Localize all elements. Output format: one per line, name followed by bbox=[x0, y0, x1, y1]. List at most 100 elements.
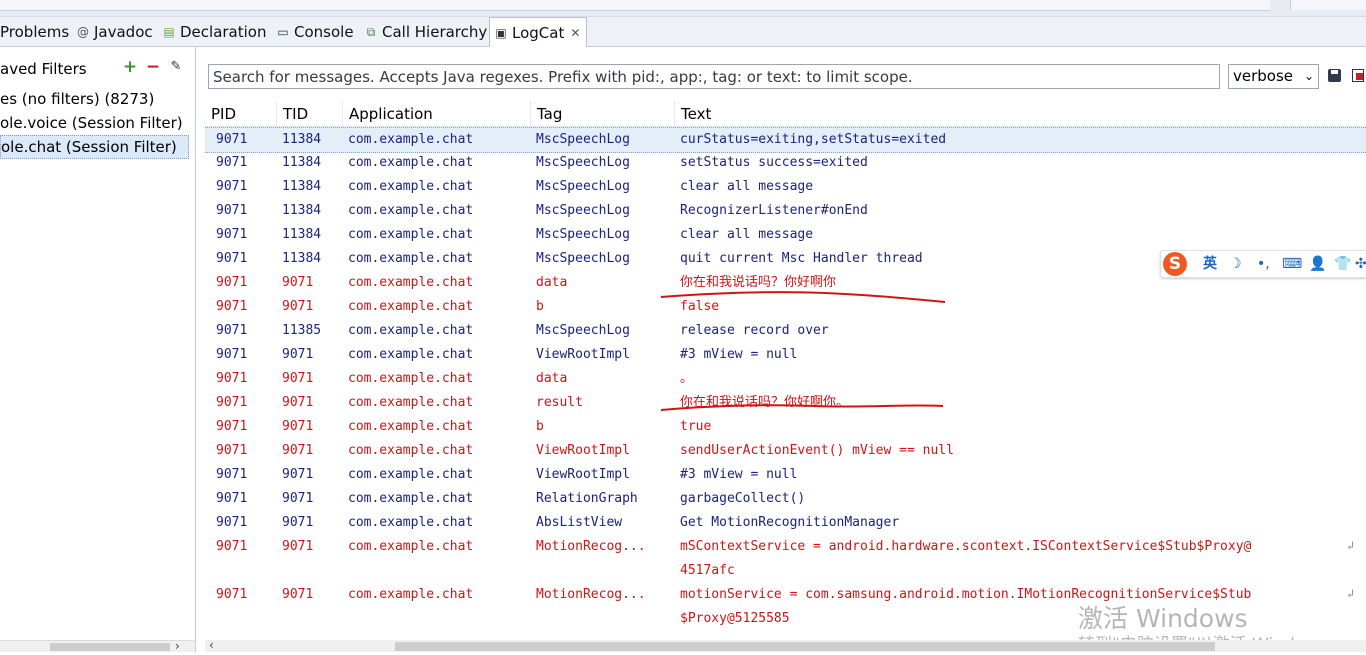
log-row[interactable]: 9071 9071 com.example.chat result 你在和我说话吗？你好… bbox=[205, 391, 1366, 415]
tab-call-hierarchy[interactable]: ⧉ Call Hierarchy bbox=[364, 17, 488, 46]
saved-filters-header: aved Filters bbox=[0, 60, 87, 78]
log-row[interactable]: 9071 11384 com.example.chat MscSpeechLog cle… bbox=[205, 223, 1366, 247]
log-tid: 9071 bbox=[282, 299, 314, 314]
tab-problems[interactable]: Problems bbox=[0, 17, 69, 46]
log-tid: 9071 bbox=[282, 443, 314, 458]
log-text: true bbox=[680, 419, 712, 434]
filter-horizontal-scrollbar[interactable]: › bbox=[0, 639, 195, 652]
log-row[interactable]: 9071 9071 com.example.chat AbsListView Get M… bbox=[205, 511, 1366, 535]
log-row[interactable]: 9071 11384 com.example.chat MscSpeechLog Rec… bbox=[205, 199, 1366, 223]
log-text: false bbox=[680, 299, 720, 314]
log-application: com.example.chat bbox=[348, 155, 474, 170]
log-row[interactable]: 9071 9071 com.example.chat b true bbox=[205, 415, 1366, 439]
log-tag: MscSpeechLog bbox=[536, 155, 630, 170]
log-level-select[interactable]: verbose ⌄ bbox=[1228, 64, 1319, 89]
log-pid: 9071 bbox=[216, 539, 248, 554]
log-tag: MscSpeechLog bbox=[536, 323, 630, 338]
log-row[interactable]: 9071 9071 com.example.chat MotionRecog... mS… bbox=[205, 535, 1366, 583]
call-hierarchy-icon: ⧉ bbox=[366, 24, 376, 39]
log-row[interactable]: 9071 11384 com.example.chat MscSpeechLog cur… bbox=[205, 127, 1366, 153]
close-icon[interactable]: ✕ bbox=[570, 26, 580, 40]
log-row[interactable]: 9071 9071 com.example.chat RelationGraph gar… bbox=[205, 487, 1366, 511]
search-input[interactable] bbox=[209, 65, 1217, 88]
log-application: com.example.chat bbox=[348, 179, 474, 194]
log-row[interactable]: 9071 9071 com.example.chat ViewRootImpl send… bbox=[205, 439, 1366, 463]
log-tid: 9071 bbox=[282, 539, 314, 554]
log-pid: 9071 bbox=[216, 467, 248, 482]
save-icon[interactable] bbox=[1328, 69, 1341, 82]
log-tag: data bbox=[536, 275, 568, 290]
log-tag: MscSpeechLog bbox=[536, 132, 630, 147]
log-row[interactable]: 9071 11384 com.example.chat MscSpeechLog cle… bbox=[205, 175, 1366, 199]
tab-label-declaration: Declaration bbox=[180, 22, 267, 41]
log-application: com.example.chat bbox=[348, 371, 474, 386]
column-header-tag[interactable]: Tag bbox=[530, 101, 674, 126]
tab-console[interactable]: ▭ Console bbox=[276, 17, 353, 46]
log-tag: data bbox=[536, 371, 568, 386]
tab-label-problems: Problems bbox=[0, 22, 70, 41]
log-text: clear all message bbox=[680, 227, 814, 242]
column-header-application[interactable]: Application bbox=[342, 101, 530, 126]
log-tid: 11384 bbox=[282, 179, 322, 194]
sogou-logo-icon[interactable]: S bbox=[1163, 252, 1187, 276]
moon-icon[interactable]: ☽ bbox=[1229, 254, 1242, 274]
column-header-text[interactable]: Text bbox=[674, 101, 1366, 126]
tab-label-javadoc: Javadoc bbox=[94, 22, 153, 41]
user-icon[interactable]: 👤 bbox=[1309, 254, 1326, 274]
tab-label-logcat: LogCat bbox=[512, 23, 565, 42]
ime-toolbar[interactable]: S 英 ☽ •, ⌨ 👤 👕 ✣ bbox=[1160, 250, 1366, 278]
keyboard-icon[interactable]: ⌨ bbox=[1282, 254, 1302, 274]
log-text: #3 mView = null bbox=[680, 467, 798, 482]
log-row[interactable]: 9071 11384 com.example.chat MscSpeechLog set… bbox=[205, 151, 1366, 175]
punctuation-icon[interactable]: •, bbox=[1257, 254, 1270, 274]
log-pid: 9071 bbox=[216, 155, 248, 170]
tab-javadoc[interactable]: @ Javadoc bbox=[76, 17, 153, 46]
filter-item-chat[interactable]: ole.chat (Session Filter) bbox=[0, 135, 189, 159]
log-application: com.example.chat bbox=[348, 299, 474, 314]
log-text: Get MotionRecognitionManager bbox=[680, 515, 900, 530]
log-row[interactable]: 9071 11385 com.example.chat MscSpeechLog rel… bbox=[205, 319, 1366, 343]
add-filter-icon[interactable]: + bbox=[122, 59, 138, 76]
tab-logcat[interactable]: ▣ LogCat ✕ bbox=[489, 17, 588, 47]
log-text: clear all message bbox=[680, 179, 814, 194]
log-tid: 11385 bbox=[282, 323, 322, 338]
toolbox-icon[interactable]: ✣ bbox=[1355, 254, 1366, 274]
log-level-value: verbose bbox=[1233, 67, 1294, 85]
log-row[interactable]: 9071 9071 com.example.chat ViewRootImpl #3 m… bbox=[205, 463, 1366, 487]
column-header-tid[interactable]: TID bbox=[276, 101, 342, 126]
log-tag: RelationGraph bbox=[536, 491, 638, 506]
edit-filter-icon[interactable]: ✎ bbox=[168, 59, 184, 75]
ime-language-toggle[interactable]: 英 bbox=[1203, 254, 1217, 274]
log-text: motionService = com.samsung.android.moti… bbox=[680, 587, 1252, 602]
log-tid: 11384 bbox=[282, 132, 322, 147]
log-text: 你在和我说话吗？你好啊你。 bbox=[680, 395, 850, 410]
log-horizontal-scrollbar[interactable]: ‹ bbox=[205, 638, 1366, 652]
scroll-left-icon[interactable]: ‹ bbox=[209, 638, 214, 652]
remove-filter-icon[interactable]: − bbox=[145, 59, 161, 76]
search-box[interactable] bbox=[208, 64, 1220, 89]
view-tab-bar: Problems @ Javadoc ▤ Declaration ▭ Conso… bbox=[0, 17, 1366, 47]
line-wrap-icon: ↲ bbox=[1347, 587, 1354, 600]
scroll-right-icon[interactable]: › bbox=[175, 639, 180, 652]
log-pid: 9071 bbox=[216, 347, 248, 362]
scrollbar-thumb[interactable] bbox=[50, 643, 170, 651]
filter-item-voice[interactable]: ole.voice (Session Filter) bbox=[0, 112, 188, 134]
table-header: PID TID Application Tag Text bbox=[205, 101, 1366, 127]
log-row[interactable]: 9071 9071 com.example.chat data 。 bbox=[205, 367, 1366, 391]
filter-item-all-messages[interactable]: es (no filters) (8273) bbox=[0, 88, 188, 110]
clear-log-icon[interactable] bbox=[1352, 69, 1364, 82]
log-row[interactable]: 9071 9071 com.example.chat ViewRootImpl #3 m… bbox=[205, 343, 1366, 367]
log-tid: 11384 bbox=[282, 155, 322, 170]
log-pid: 9071 bbox=[216, 203, 248, 218]
skin-icon[interactable]: 👕 bbox=[1334, 254, 1351, 274]
log-application: com.example.chat bbox=[348, 347, 474, 362]
column-header-pid[interactable]: PID bbox=[205, 101, 277, 126]
log-tid: 9071 bbox=[282, 419, 314, 434]
log-tag: ViewRootImpl bbox=[536, 443, 630, 458]
log-pid: 9071 bbox=[216, 395, 248, 410]
tab-declaration[interactable]: ▤ Declaration bbox=[162, 17, 266, 46]
log-tid: 9071 bbox=[282, 371, 314, 386]
scrollbar-thumb[interactable] bbox=[395, 642, 1215, 651]
log-pid: 9071 bbox=[216, 491, 248, 506]
log-row[interactable]: 9071 9071 com.example.chat b false bbox=[205, 295, 1366, 319]
